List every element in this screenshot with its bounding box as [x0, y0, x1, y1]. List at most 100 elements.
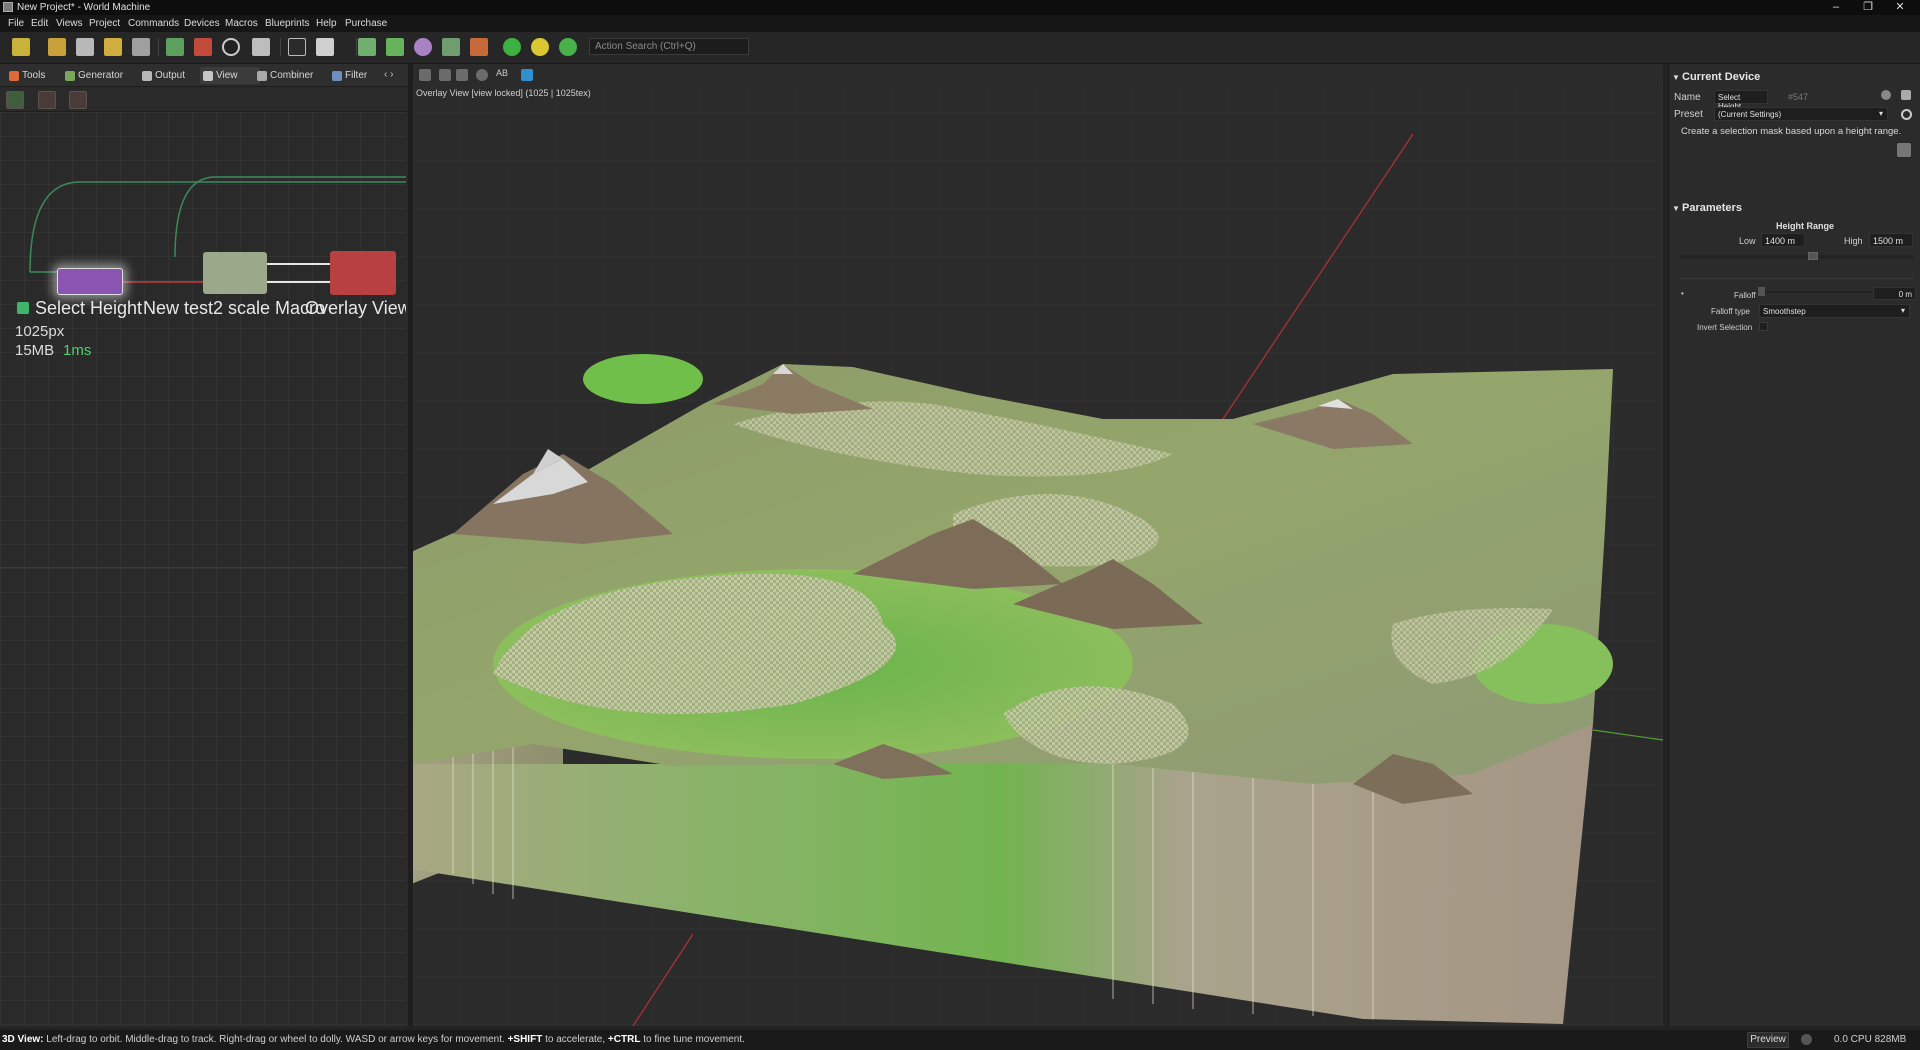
tab-label: View [216, 70, 238, 81]
gear-icon[interactable] [1801, 1034, 1812, 1045]
high-height-field[interactable]: 1500 m [1869, 233, 1913, 247]
current-device-header[interactable]: Current Device [1682, 71, 1760, 83]
yellow-ball-icon[interactable] [531, 38, 549, 56]
device-graph-canvas[interactable]: Select Height New test2 scale Macro Over… [0, 112, 406, 1027]
menu-commands[interactable]: Commands [128, 18, 179, 29]
height-range-label: Height Range [1776, 221, 1835, 231]
view-device-icon[interactable] [38, 91, 56, 109]
invert-selection-checkbox[interactable] [1759, 322, 1768, 331]
target-icon[interactable] [222, 38, 240, 56]
tools-icon[interactable] [132, 38, 150, 56]
height-range-slider-thumb[interactable] [1808, 252, 1818, 260]
node-overlay-view[interactable] [330, 251, 396, 295]
node-memory: 15MB [15, 342, 55, 359]
tab-scroll-arrows[interactable]: ‹ › [384, 69, 393, 80]
collapse-arrow-icon[interactable]: ▼ [1672, 73, 1680, 82]
preset-dropdown[interactable]: (Current Settings) ▾ [1714, 107, 1888, 121]
camera-icon[interactable] [419, 69, 431, 81]
build-icon[interactable] [166, 38, 184, 56]
parameters-header[interactable]: Parameters [1682, 202, 1742, 214]
paint-icon[interactable] [470, 38, 488, 56]
restore-button[interactable]: ❐ [1852, 0, 1884, 15]
viewport-info: Overlay View [view locked] (1025 | 1025t… [416, 88, 591, 98]
device-name-field[interactable]: Select Height [1714, 90, 1768, 111]
collapse-arrow-icon[interactable]: ▼ [1672, 204, 1680, 213]
new-project-icon[interactable] [12, 38, 30, 56]
device-description: Create a selection mask based upon a hei… [1681, 126, 1902, 137]
view-device-tools [0, 87, 408, 112]
name-label: Name [1674, 92, 1701, 103]
falloff-field[interactable]: 0 m [1873, 287, 1916, 300]
falloff-link-icon[interactable]: • [1681, 289, 1684, 298]
render-icon[interactable] [439, 69, 451, 81]
save-icon[interactable] [104, 38, 122, 56]
lock-view-icon[interactable] [521, 69, 533, 81]
toolbar: Action Search (Ctrl+Q) [0, 32, 1920, 64]
menu-edit[interactable]: Edit [31, 18, 48, 29]
device-tabs: Tools Generator Output View Combiner Fil… [0, 64, 408, 87]
action-search-input[interactable]: Action Search (Ctrl+Q) [589, 38, 749, 55]
menu-help[interactable]: Help [316, 18, 337, 29]
tab-combiner[interactable]: Combiner [254, 67, 336, 84]
open-project-icon[interactable] [48, 38, 66, 56]
device-settings-icon[interactable] [1881, 90, 1891, 100]
invert-selection-label: Invert Selection [1697, 323, 1753, 332]
node-label-macro: New test2 scale Macro [143, 298, 326, 318]
grid-layout-icon[interactable] [316, 38, 334, 56]
low-label: Low [1739, 236, 1756, 246]
preset-gear-icon[interactable] [1901, 109, 1912, 120]
help-icon[interactable] [76, 38, 94, 56]
node-select-height[interactable] [57, 268, 123, 295]
edit-pen-icon[interactable] [1901, 90, 1911, 100]
height-range-slider[interactable] [1679, 255, 1914, 259]
tab-tools[interactable]: Tools [6, 67, 68, 84]
menu-project[interactable]: Project [89, 18, 120, 29]
settings-icon[interactable] [252, 38, 270, 56]
stop-icon[interactable] [194, 38, 212, 56]
generator-icon [65, 71, 75, 81]
node-resolution: 1025px [15, 323, 65, 340]
tab-output[interactable]: Output [139, 67, 207, 84]
status-key-ctrl: +CTRL [607, 1034, 641, 1045]
tab-filter[interactable]: Filter [329, 67, 389, 84]
falloff-type-dropdown[interactable]: Smoothstep ▾ [1759, 304, 1910, 318]
grid-settings-icon[interactable] [1897, 143, 1911, 157]
menu-macros[interactable]: Macros [225, 18, 258, 29]
ab-compare-toggle[interactable]: AB [496, 68, 508, 78]
layout-icon[interactable] [288, 38, 306, 56]
menu-blueprints[interactable]: Blueprints [265, 18, 309, 29]
texture-icon[interactable] [456, 69, 468, 81]
sphere-icon[interactable] [414, 38, 432, 56]
terrain-icon[interactable] [442, 38, 460, 56]
close-button[interactable]: ✕ [1884, 0, 1916, 15]
overlay-device-icon[interactable] [6, 91, 24, 109]
low-height-field[interactable]: 1400 m [1761, 233, 1805, 247]
falloff-slider[interactable] [1765, 291, 1873, 293]
view-device-alt-icon[interactable] [69, 91, 87, 109]
tile-icon[interactable] [386, 38, 404, 56]
menu-purchase[interactable]: Purchase [345, 18, 387, 29]
multi-ball-icon[interactable] [559, 38, 577, 56]
menu-file[interactable]: File [8, 18, 24, 29]
window-title: New Project* - World Machine [17, 2, 151, 13]
status-hint-a: Left-drag to orbit. Middle-drag to track… [46, 1034, 505, 1045]
preview-button[interactable]: Preview [1747, 1032, 1789, 1048]
falloff-slider-thumb[interactable] [1758, 287, 1765, 296]
tab-view[interactable]: View [200, 67, 260, 84]
node-macro[interactable] [203, 252, 267, 294]
menu-views[interactable]: Views [56, 18, 83, 29]
tab-generator[interactable]: Generator [62, 67, 144, 84]
node-build-time: 1ms [63, 342, 92, 359]
minimize-button[interactable]: – [1820, 0, 1852, 15]
app-icon [3, 2, 13, 12]
extent-icon[interactable] [358, 38, 376, 56]
cpu-memory-stats: 0.0 CPU 828MB [1834, 1034, 1907, 1045]
tab-label: Filter [345, 70, 368, 81]
menu-devices[interactable]: Devices [184, 18, 220, 29]
divider [1679, 278, 1914, 279]
3d-viewport[interactable]: AB Overlay View [view locked] (1025 | 10… [413, 64, 1663, 1026]
node-label-select-height: Select Height [35, 298, 143, 318]
eye-icon[interactable] [476, 69, 488, 81]
falloff-type-label: Falloff type [1711, 307, 1750, 316]
green-ball-icon[interactable] [503, 38, 521, 56]
